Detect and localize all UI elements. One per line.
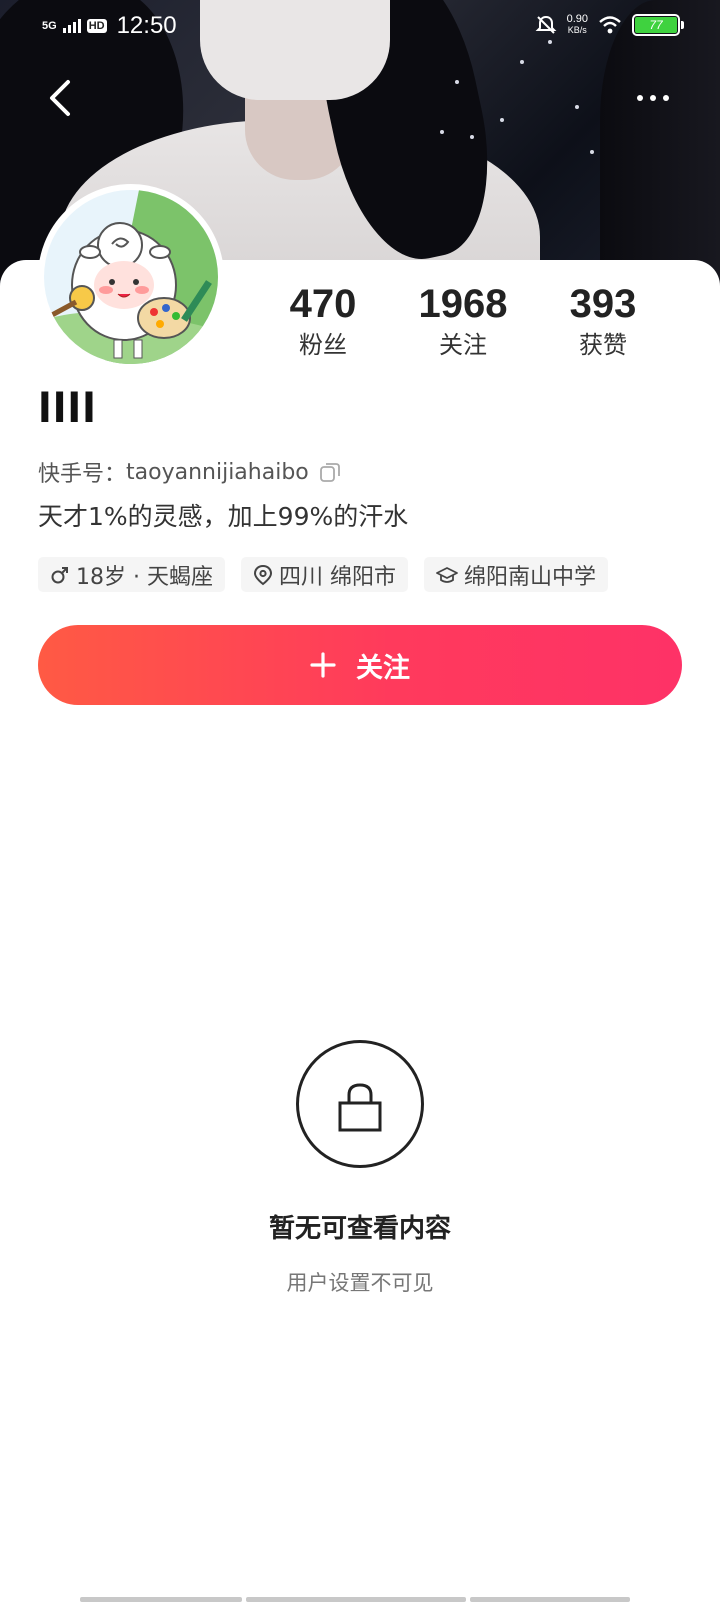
battery-icon: 77 xyxy=(632,14,684,36)
nickname: llll xyxy=(38,386,97,432)
tag-school-label: 绵阳南山中学 xyxy=(463,564,596,590)
graduation-cap-icon xyxy=(436,566,458,583)
chevron-left-icon xyxy=(50,80,70,116)
empty-state-title: 暂无可查看内容 xyxy=(268,1214,451,1244)
kuaishou-id-row: 快手号： taoyannijiahaibo xyxy=(38,456,341,488)
stat-likes[interactable]: 393 获赞 xyxy=(543,282,663,360)
follow-button-label: 关注 xyxy=(356,652,410,684)
stat-label: 关注 xyxy=(439,331,487,359)
more-dots-icon xyxy=(637,95,643,101)
stat-number: 393 xyxy=(569,282,637,326)
bio: 天才1%的灵感，加上99%的汗水 xyxy=(38,502,409,531)
stat-label: 获赞 xyxy=(579,331,627,359)
tag-age[interactable]: 18岁 · 天蝎座 xyxy=(38,557,225,592)
battery-level: 77 xyxy=(635,17,677,33)
stat-number: 470 xyxy=(289,282,357,326)
tag-age-label: 18岁 · 天蝎座 xyxy=(76,564,213,590)
hd-voice-icon: HD xyxy=(86,19,107,33)
stat-following[interactable]: 1968 关注 xyxy=(403,282,523,360)
plus-icon xyxy=(310,652,336,678)
back-button[interactable] xyxy=(40,76,80,120)
status-time: 12:50 xyxy=(116,12,177,39)
mute-notification-icon xyxy=(535,15,556,34)
signal-icon xyxy=(62,19,81,33)
kuaishou-id-label: 快手号： xyxy=(38,462,127,487)
more-options-button[interactable] xyxy=(628,80,678,116)
stat-label: 粉丝 xyxy=(299,331,347,359)
profile-tags: 18岁 · 天蝎座 四川 绵阳市 绵阳南山中学 xyxy=(38,557,608,592)
profile-stats: 470 粉丝 1968 关注 393 获赞 xyxy=(263,282,663,360)
cartoon-sheep-avatar-image xyxy=(44,190,218,364)
location-pin-icon xyxy=(253,564,272,585)
network-type: 5G xyxy=(42,20,57,32)
bottom-tab-indicator xyxy=(80,1597,630,1602)
follow-button[interactable]: 关注 xyxy=(38,625,682,705)
avatar[interactable] xyxy=(38,184,224,370)
kuaishou-id: taoyannijiahaibo xyxy=(126,459,309,485)
tag-location[interactable]: 四川 绵阳市 xyxy=(240,557,408,592)
network-speed: 0.90 KB/s xyxy=(566,13,588,36)
copy-icon[interactable] xyxy=(319,461,341,483)
tag-school[interactable]: 绵阳南山中学 xyxy=(423,557,608,592)
male-icon xyxy=(51,566,68,583)
wifi-icon xyxy=(599,16,621,34)
lock-icon xyxy=(296,1040,424,1168)
status-bar: 5G HD 12:50 0.90 KB/s 77 xyxy=(0,0,720,54)
stat-number: 1968 xyxy=(418,282,508,326)
stat-fans[interactable]: 470 粉丝 xyxy=(263,282,383,360)
empty-state-subtitle: 用户设置不可见 xyxy=(286,1271,434,1295)
empty-state: 暂无可查看内容 用户设置不可见 xyxy=(0,1040,720,1297)
tag-location-label: 四川 绵阳市 xyxy=(278,564,396,590)
